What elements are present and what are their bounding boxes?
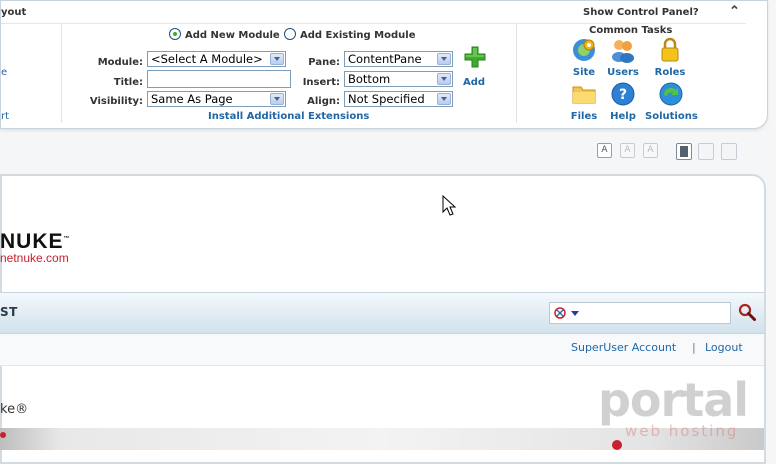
chevron-down-icon: [437, 53, 451, 65]
add-existing-module-label[interactable]: Add Existing Module: [300, 30, 415, 41]
task-label: Solutions: [645, 111, 698, 122]
title-label: Title:: [113, 77, 143, 88]
task-label: Users: [607, 67, 639, 78]
font-medium-button[interactable]: A: [620, 143, 635, 158]
user-bar-separator: |: [692, 341, 696, 354]
task-label: Help: [610, 111, 636, 122]
divider: [1, 23, 746, 24]
banner-accent: [612, 440, 622, 450]
module-select[interactable]: <Select A Module>: [147, 51, 286, 67]
layout-wide-button[interactable]: [721, 143, 737, 160]
chevron-down-icon: [270, 53, 284, 65]
add-button[interactable]: Add: [463, 77, 485, 88]
add-new-module-radio[interactable]: [169, 28, 181, 40]
common-tasks-heading: Common Tasks: [589, 25, 673, 36]
pane-select-value: ContentPane: [348, 52, 422, 66]
watermark-subtext: web hosting: [625, 422, 739, 440]
visibility-select[interactable]: Same As Page: [147, 91, 286, 107]
mouse-cursor-icon: [442, 195, 456, 216]
logo-text: NUKE: [0, 230, 64, 253]
insert-select-value: Bottom: [348, 72, 391, 86]
insert-label: Insert:: [302, 77, 340, 88]
task-solutions[interactable]: Solutions: [645, 81, 698, 125]
align-select-value: Not Specified: [348, 92, 425, 106]
add-plus-icon[interactable]: [463, 45, 487, 69]
content-text: ke®: [0, 402, 29, 417]
divider: [61, 23, 62, 123]
collapse-icon[interactable]: ⌃: [729, 3, 740, 19]
nav-item[interactable]: ST: [0, 305, 18, 319]
pane-select[interactable]: ContentPane: [344, 51, 453, 67]
show-control-panel-label: Show Control Panel?: [583, 7, 699, 18]
task-users[interactable]: Users: [598, 37, 648, 81]
search-icon[interactable]: [738, 303, 756, 321]
superuser-account-link[interactable]: SuperUser Account: [571, 341, 676, 354]
svg-text:?: ?: [619, 87, 627, 103]
module-label: Module:: [97, 57, 143, 68]
edge-link-2[interactable]: rt: [1, 111, 9, 122]
solutions-icon: [659, 82, 683, 106]
control-panel: yout e rt Show Control Panel? ⌃ Add New …: [0, 0, 768, 129]
layout-narrow-button[interactable]: [676, 143, 692, 160]
chevron-down-icon: [437, 73, 451, 85]
folder-icon: [572, 86, 596, 104]
task-label: Roles: [654, 67, 686, 78]
title-input[interactable]: [147, 70, 291, 88]
watermark-logo: portal: [598, 373, 749, 427]
task-help[interactable]: ? Help: [598, 81, 648, 125]
logo-url[interactable]: netnuke.com: [0, 251, 69, 265]
font-small-button[interactable]: A: [597, 143, 612, 158]
help-icon: ?: [611, 82, 635, 106]
users-icon: [612, 40, 634, 63]
module-select-value: <Select A Module>: [151, 52, 263, 66]
chevron-down-icon: [437, 93, 451, 105]
logout-link[interactable]: Logout: [705, 341, 743, 354]
site-gear-icon: [573, 39, 595, 61]
logo-trademark: ™: [63, 236, 71, 242]
task-roles[interactable]: Roles: [645, 37, 695, 81]
align-select[interactable]: Not Specified: [344, 91, 453, 107]
divider: [516, 23, 517, 123]
visibility-label: Visibility:: [89, 96, 143, 107]
visibility-select-value: Same As Page: [151, 92, 233, 106]
layout-edge-label[interactable]: yout: [1, 7, 26, 18]
roles-lock-icon: [661, 37, 679, 62]
align-label: Align:: [307, 96, 340, 107]
banner-accent: [0, 432, 6, 438]
insert-select[interactable]: Bottom: [344, 71, 453, 87]
add-existing-module-radio[interactable]: [284, 28, 296, 40]
pane-label: Pane:: [308, 57, 340, 68]
install-extensions-link[interactable]: Install Additional Extensions: [208, 111, 369, 122]
layout-medium-button[interactable]: [698, 143, 714, 160]
chevron-down-icon: [270, 93, 284, 105]
edge-link[interactable]: e: [1, 67, 7, 78]
font-large-button[interactable]: A: [643, 143, 658, 158]
search-engine-selector-icon[interactable]: [552, 305, 582, 321]
add-new-module-label[interactable]: Add New Module: [185, 30, 280, 41]
